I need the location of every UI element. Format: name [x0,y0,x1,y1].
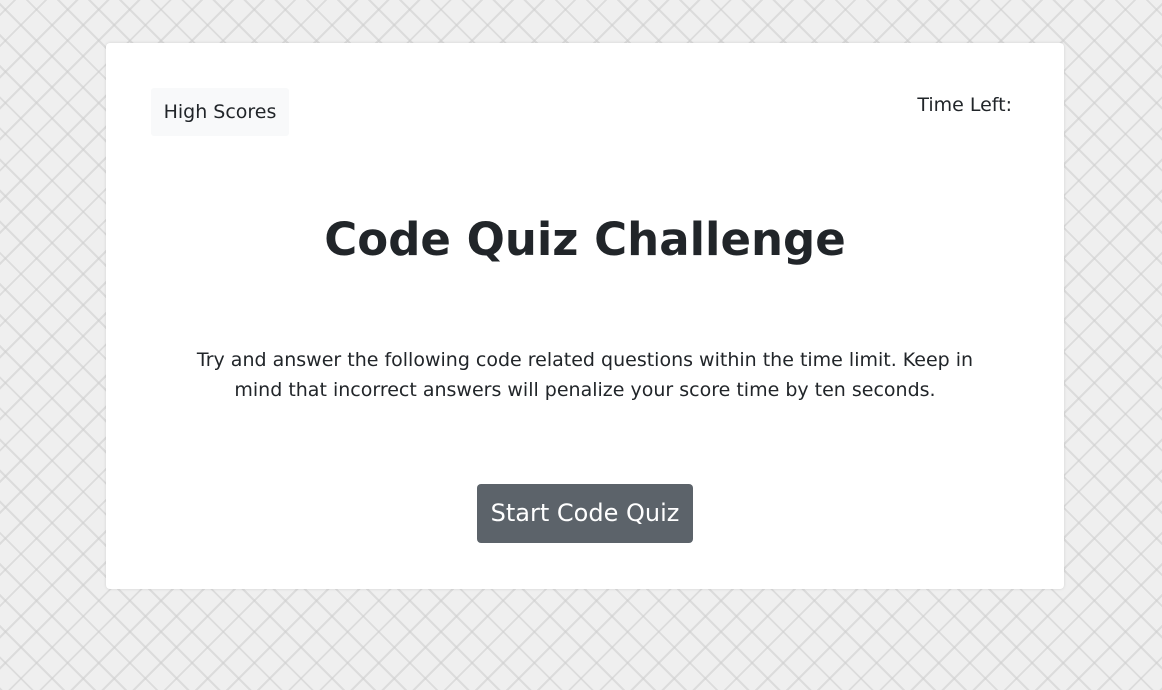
start-quiz-button[interactable]: Start Code Quiz [477,484,693,543]
page-title: Code Quiz Challenge [324,213,846,266]
timer-label: Time Left: [917,94,1012,116]
high-scores-button[interactable]: High Scores [151,88,289,136]
quiz-card: High Scores Time Left: Code Quiz Challen… [106,43,1064,589]
intro-text: Try and answer the following code relate… [196,349,974,401]
